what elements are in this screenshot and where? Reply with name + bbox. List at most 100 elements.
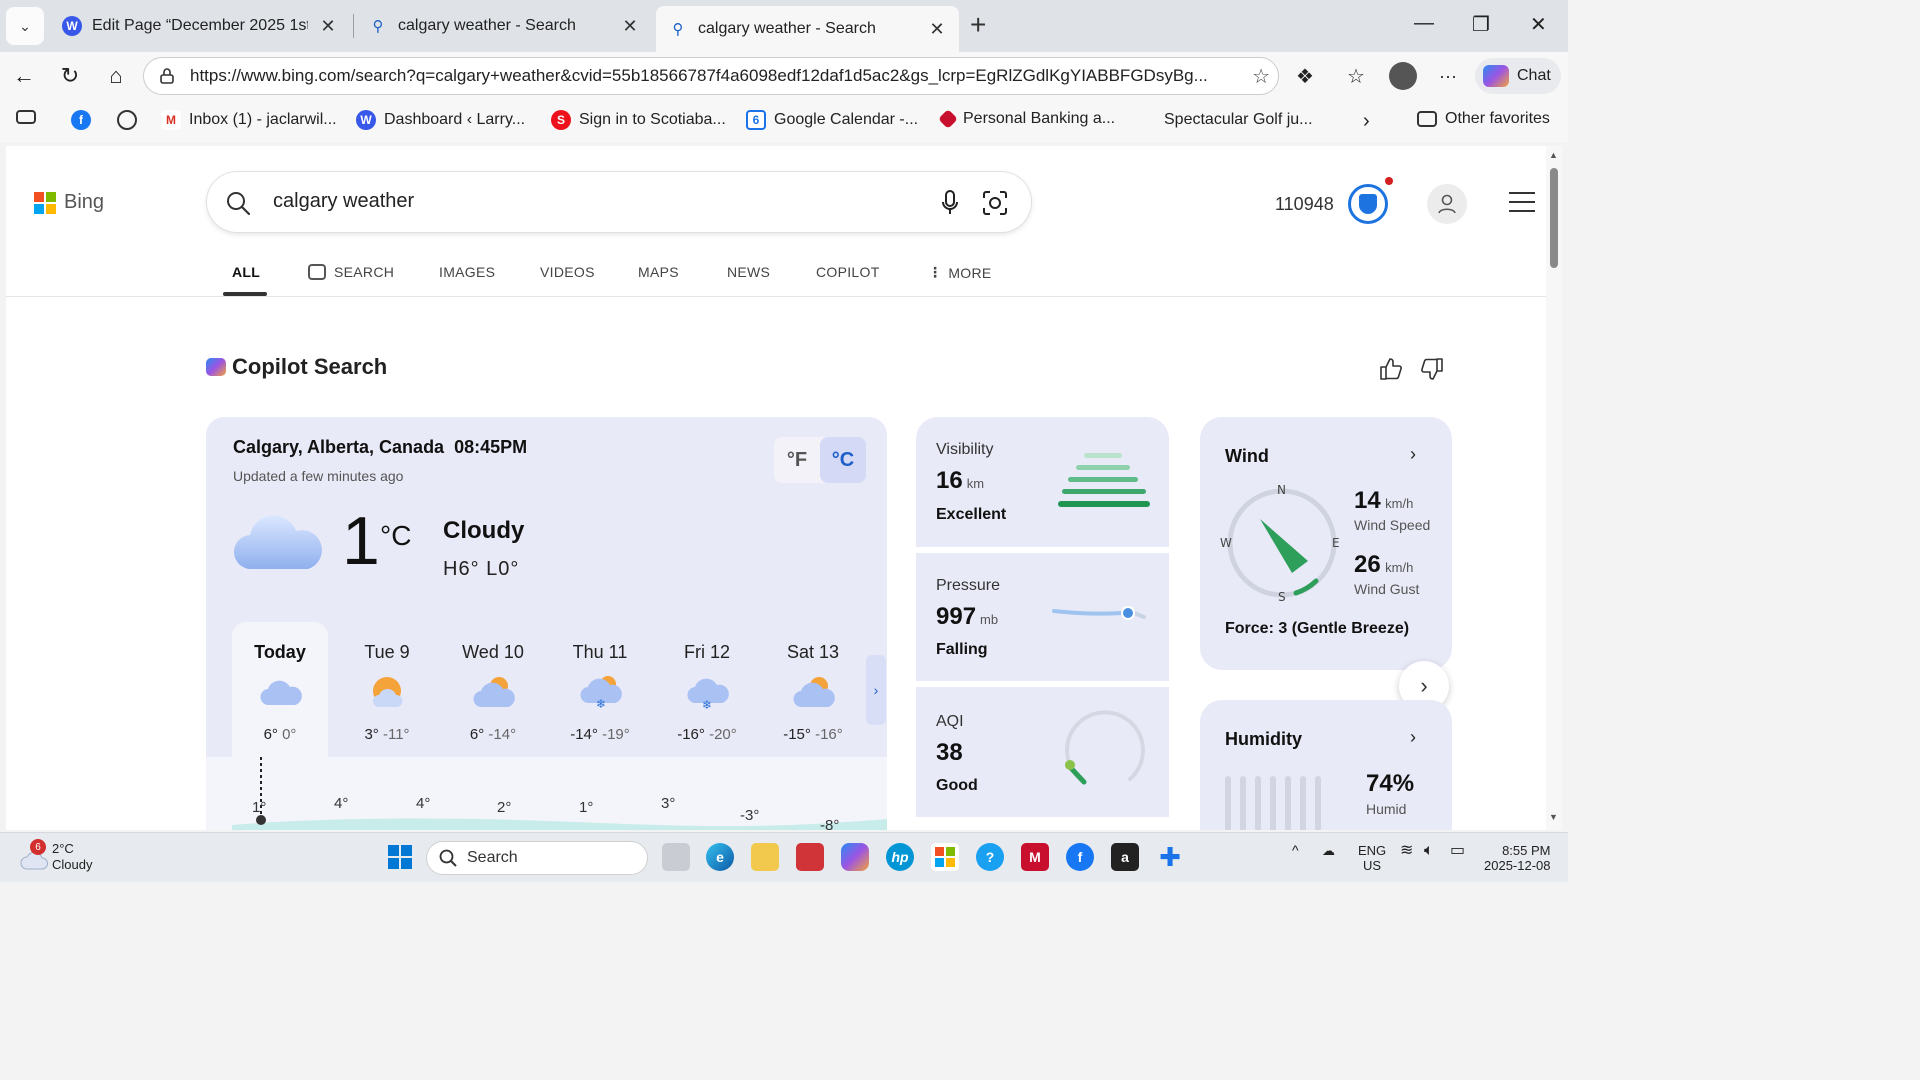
day-thu[interactable]: Thu 11 ❄ -14° -19° <box>552 622 648 762</box>
bookmark-golf[interactable]: Spectacular Golf ju... <box>1136 110 1313 130</box>
search-input[interactable]: calgary weather <box>273 190 414 213</box>
close-tab-icon[interactable]: ✕ <box>927 19 947 40</box>
tab-edit-page[interactable]: W Edit Page “December 2025 1st to 1 ✕ <box>50 6 350 46</box>
scope-maps[interactable]: MAPS <box>638 264 679 280</box>
sign-in-avatar-icon[interactable] <box>1427 184 1467 224</box>
chat-button[interactable]: Chat <box>1475 58 1561 94</box>
tab-actions-menu-icon[interactable]: ⌄ <box>6 7 44 45</box>
scope-images[interactable]: IMAGES <box>439 264 495 280</box>
day-sat[interactable]: Sat 13 -15° -16° <box>765 622 861 762</box>
onedrive-icon[interactable]: ☁ <box>1322 843 1335 858</box>
restore-icon[interactable]: ❐ <box>1472 12 1490 37</box>
refresh-icon[interactable]: ↻ <box>56 62 84 90</box>
tab-calgary-weather-2[interactable]: ⚲ calgary weather - Search ✕ <box>656 6 959 52</box>
bookmark-personal-banking[interactable]: Personal Banking a... <box>938 109 1115 129</box>
task-view-icon[interactable] <box>662 843 690 871</box>
reading-list-icon[interactable] <box>16 110 44 124</box>
celsius-toggle[interactable]: °C <box>820 437 866 483</box>
tab-calgary-weather-1[interactable]: ⚲ calgary weather - Search ✕ <box>356 6 652 46</box>
rewards-badge-icon[interactable] <box>1348 177 1393 224</box>
favorite-star-icon[interactable]: ☆ <box>1252 64 1270 89</box>
battery-icon[interactable]: ▭ <box>1450 843 1465 859</box>
aqi-card[interactable]: AQI 38 Good <box>916 687 1169 817</box>
scroll-thumb[interactable] <box>1550 168 1558 268</box>
close-window-icon[interactable]: ✕ <box>1530 12 1547 37</box>
bookmark-scotiabank[interactable]: S Sign in to Scotiaba... <box>551 110 726 130</box>
amazon-icon[interactable]: a <box>1111 843 1139 871</box>
scope-copilot[interactable]: COPILOT <box>816 264 880 280</box>
more-options-icon[interactable]: ··· <box>1434 62 1462 90</box>
scope-news[interactable]: NEWS <box>727 264 770 280</box>
close-tab-icon[interactable]: ✕ <box>620 16 640 37</box>
scroll-up-icon[interactable]: ▲ <box>1549 150 1558 160</box>
visual-search-icon[interactable] <box>981 189 1009 217</box>
microphone-icon[interactable] <box>941 189 959 217</box>
day-tue[interactable]: Tue 9 3° -11° <box>339 622 435 762</box>
favorites-icon[interactable]: ☆ <box>1342 62 1370 90</box>
get-help-icon[interactable]: ? <box>976 843 1004 871</box>
scope-videos[interactable]: VIDEOS <box>540 264 595 280</box>
windows-start-icon[interactable] <box>386 843 414 871</box>
wind-chevron-icon[interactable]: › <box>1410 444 1416 465</box>
thumbs-up-icon[interactable] <box>1379 356 1403 382</box>
menu-icon[interactable] <box>1509 192 1535 219</box>
bank-icon <box>938 109 958 129</box>
wind-card[interactable]: Wind › N E S W 14 km/h Wind Speed 26 km/… <box>1200 417 1452 670</box>
clock[interactable]: 8:55 PM 2025-12-08 <box>1484 843 1551 873</box>
search-icon[interactable] <box>225 190 251 216</box>
close-tab-icon[interactable]: ✕ <box>318 16 338 37</box>
scope-search[interactable]: SEARCH <box>308 264 394 280</box>
wifi-icon[interactable]: ≋ <box>1400 843 1413 859</box>
news-icon[interactable] <box>796 843 824 871</box>
edge-icon[interactable]: e <box>706 843 734 871</box>
file-explorer-icon[interactable] <box>751 843 779 871</box>
globe-icon[interactable] <box>117 110 145 130</box>
show-hidden-icons-icon[interactable]: ^ <box>1292 843 1299 858</box>
day-fri[interactable]: Fri 12 ❄ -16° -20° <box>659 622 755 762</box>
minimize-icon[interactable]: — <box>1414 12 1434 35</box>
home-icon[interactable]: ⌂ <box>102 62 130 90</box>
thumbs-down-icon[interactable] <box>1420 356 1444 382</box>
taskbar-weather-widget[interactable]: 6 2°C Cloudy <box>20 839 92 873</box>
scroll-down-icon[interactable]: ▼ <box>1549 812 1558 822</box>
scotiabank-icon: S <box>551 110 571 130</box>
microsoft-store-icon[interactable] <box>931 843 959 871</box>
mcafee-icon[interactable]: M <box>1021 843 1049 871</box>
taskbar-search[interactable]: Search <box>426 841 648 875</box>
facebook-icon[interactable]: f <box>1066 843 1094 871</box>
bookmark-google-calendar[interactable]: 6 Google Calendar -... <box>746 110 918 130</box>
volume-icon[interactable]: 🔈︎ <box>1424 843 1434 859</box>
profile-avatar[interactable] <box>1389 62 1417 90</box>
site-info-icon[interactable] <box>158 67 176 85</box>
page-scrollbar[interactable]: ▲ ▼ <box>1546 146 1562 830</box>
scope-all[interactable]: ALL <box>232 264 260 280</box>
facebook-icon[interactable]: f <box>71 110 99 130</box>
day-wed[interactable]: Wed 10 6° -14° <box>445 622 541 762</box>
day-name: Fri 12 <box>683 642 730 662</box>
copilot-icon[interactable] <box>841 843 869 871</box>
fahrenheit-toggle[interactable]: °F <box>774 437 820 483</box>
hp-icon[interactable]: hp <box>886 843 914 871</box>
bookmark-dashboard[interactable]: W Dashboard ‹ Larry... <box>356 110 525 130</box>
back-icon[interactable]: ← <box>10 62 38 90</box>
bing-logo[interactable]: Bing <box>34 191 104 214</box>
humidity-card[interactable]: Humidity › 74% Humid <box>1200 700 1452 830</box>
scope-more[interactable]: ⋮ MORE <box>928 264 992 281</box>
new-tab-icon[interactable]: + <box>970 10 986 40</box>
address-bar[interactable]: https://www.bing.com/search?q=calgary+we… <box>143 57 1279 95</box>
humidity-chevron-icon[interactable]: › <box>1410 727 1416 748</box>
rewards-points[interactable]: 110948 <box>1275 194 1334 215</box>
pressure-gauge-icon <box>1052 606 1146 620</box>
plus-app-icon[interactable]: ✚ <box>1156 842 1184 872</box>
search-box[interactable]: calgary weather <box>207 172 1031 232</box>
other-favorites[interactable]: Other favorites <box>1417 110 1550 128</box>
bookmark-inbox[interactable]: M Inbox (1) - jaclarwil... <box>161 110 337 130</box>
visibility-card[interactable]: Visibility 16 km Excellent <box>916 417 1169 547</box>
pressure-card[interactable]: Pressure 997 mb Falling <box>916 553 1169 681</box>
more-bookmarks-chevron-icon[interactable]: › <box>1363 110 1370 133</box>
next-days-chevron-icon[interactable]: › <box>866 655 886 725</box>
extensions-icon[interactable]: ❖ <box>1291 62 1319 90</box>
day-low: -11° <box>382 726 410 743</box>
url-text[interactable]: https://www.bing.com/search?q=calgary+we… <box>190 66 1244 86</box>
language-indicator[interactable]: ENG US <box>1358 843 1386 873</box>
